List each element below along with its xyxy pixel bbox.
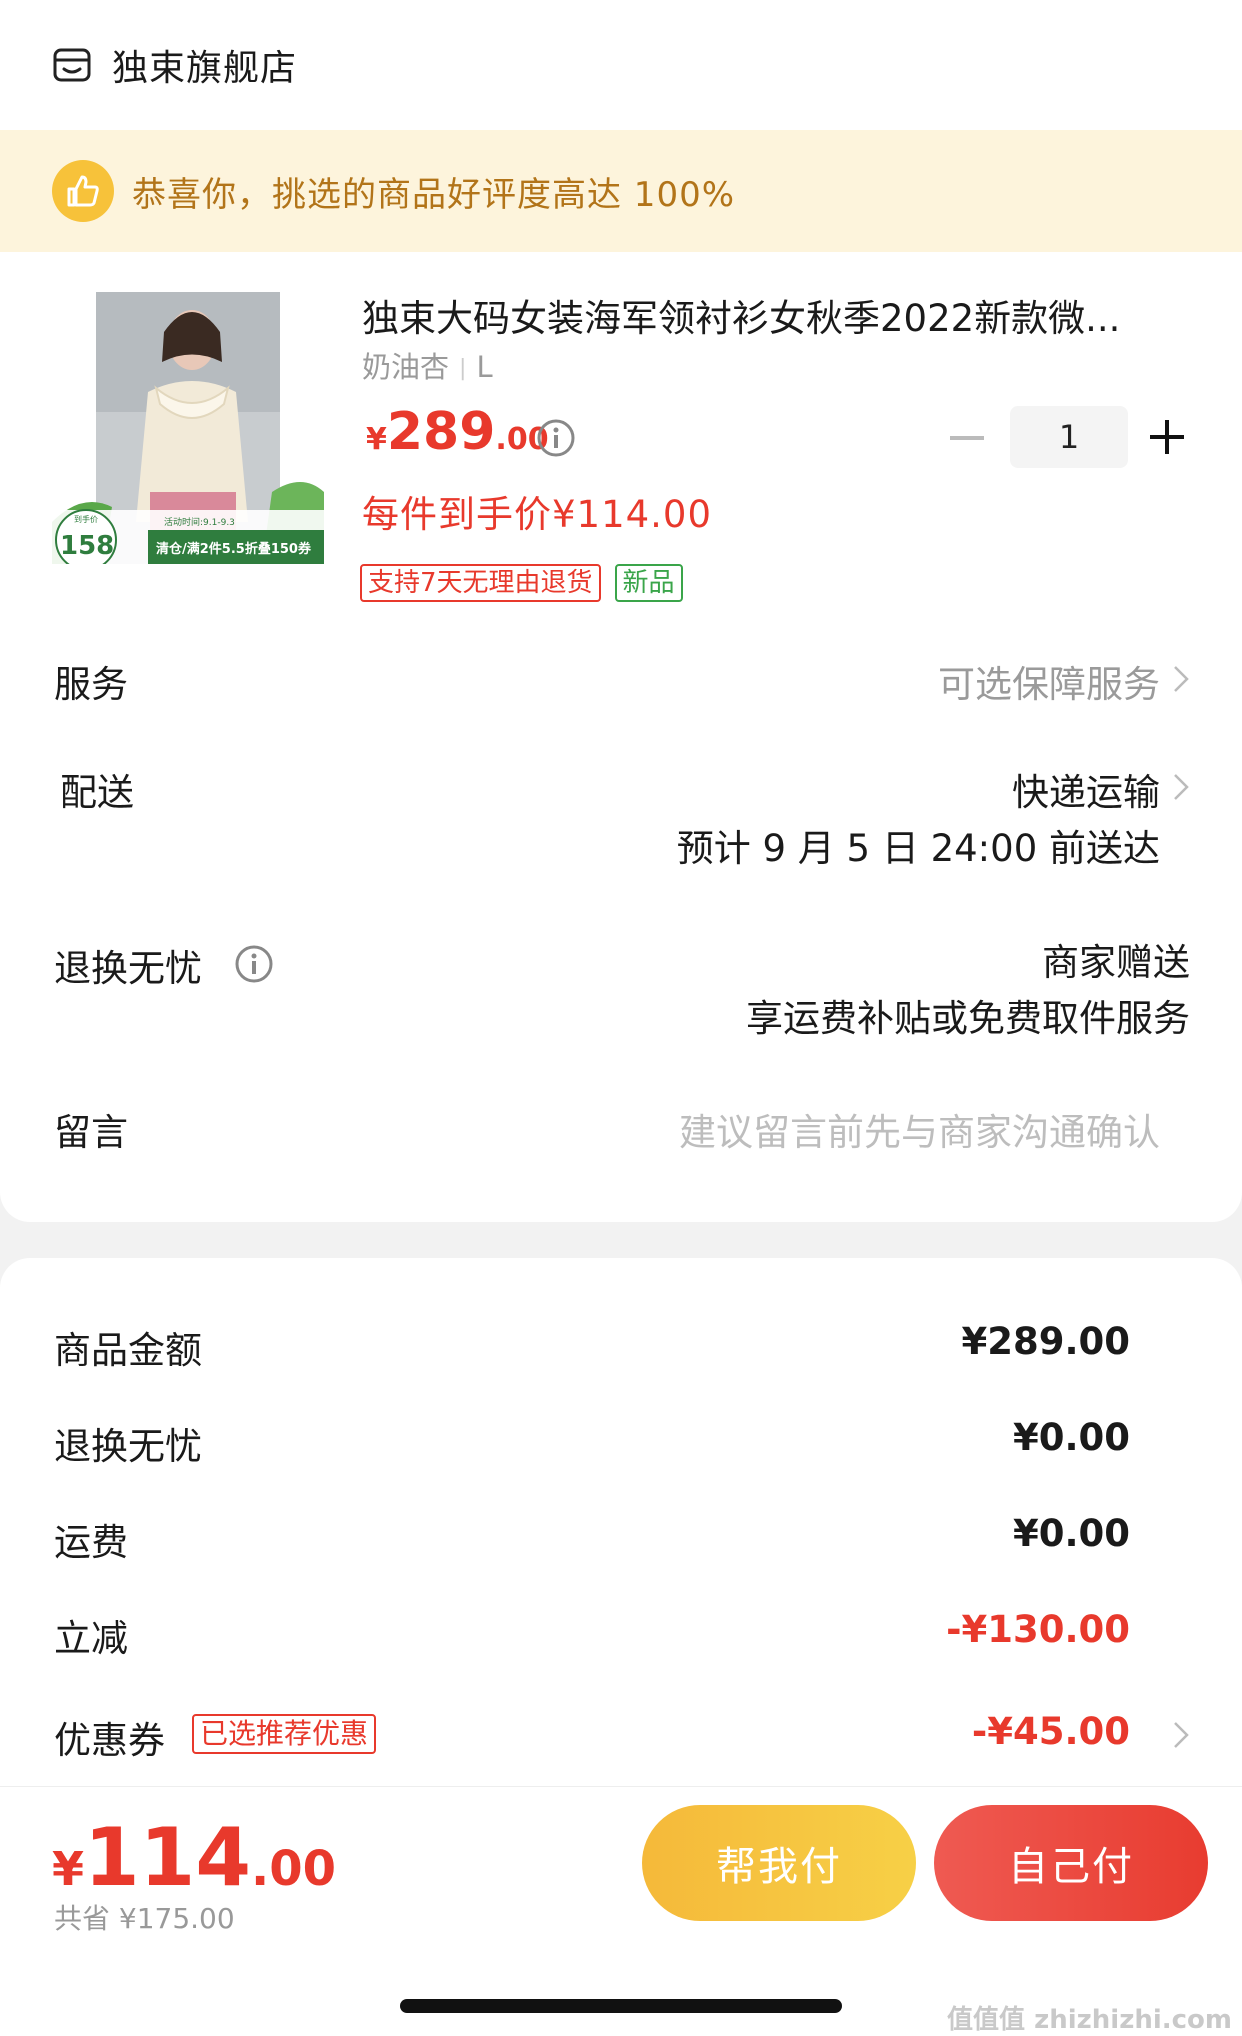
price-summary-card: 商品金额 ¥289.00 退换无忧 ¥0.00 运费 ¥0.00 立减 -¥13… (0, 1258, 1242, 1788)
promo-activity-time: 活动时间:9.1-9.3 (164, 516, 235, 528)
chevron-right-icon[interactable] (1172, 664, 1190, 694)
shipping-label: 运费 (54, 1521, 128, 1564)
discount-value: -¥130.00 (946, 1608, 1130, 1651)
product-image[interactable]: 活动时间:9.1-9.3 清仓/满2件5.5折叠150券 到手价 158 (52, 292, 324, 564)
message-input[interactable]: 建议留言前先与商家沟通确认 (679, 1102, 1160, 1156)
new-product-tag: 新品 (614, 564, 683, 602)
delivery-label: 配送 (60, 771, 134, 814)
product-spec[interactable]: 奶油杏 | L (362, 344, 493, 386)
praise-text: 恭喜你，挑选的商品好评度高达 100% (132, 174, 736, 215)
chevron-right-icon[interactable] (1172, 1720, 1190, 1750)
thumbs-up-icon (52, 160, 114, 222)
service-label: 服务 (54, 663, 128, 706)
delivery-method[interactable]: 快递运输 (1012, 762, 1160, 816)
info-icon[interactable] (234, 944, 274, 984)
order-item-card: 活动时间:9.1-9.3 清仓/满2件5.5折叠150券 到手价 158 独束大… (0, 252, 1242, 1222)
coupon-label: 优惠券 (54, 1719, 165, 1762)
praise-banner: 恭喜你，挑选的商品好评度高达 100% (0, 130, 1242, 252)
price-integer: 289 (386, 402, 496, 462)
coupon-value[interactable]: -¥45.00 (972, 1710, 1130, 1753)
info-icon[interactable] (536, 418, 576, 458)
shipping-value: ¥0.00 (1012, 1512, 1130, 1555)
spec-size: L (476, 350, 493, 384)
goods-amount-label: 商品金额 (54, 1329, 202, 1372)
total-currency: ¥ (52, 1842, 85, 1896)
product-title[interactable]: 独束大码女装海军领衬衫女秋季2022新款微... (362, 288, 1182, 342)
store-name: 独束旗舰店 (112, 48, 298, 89)
goods-amount-value: ¥289.00 (961, 1320, 1130, 1363)
discount-label: 立减 (54, 1617, 128, 1660)
chevron-right-icon[interactable] (1172, 772, 1190, 802)
final-unit-price: 每件到手价¥114.00 (362, 493, 713, 536)
delivery-eta: 预计 9 月 5 日 24:00 前送达 (676, 827, 1160, 870)
return-label: 退换无忧 (54, 947, 202, 990)
store-icon (53, 48, 91, 82)
return-value-1: 商家赠送 (1042, 941, 1190, 984)
promo-text: 清仓/满2件5.5折叠150券 (156, 541, 312, 557)
store-header[interactable]: 独束旗舰店 (0, 0, 1242, 130)
total-decimal: .00 (251, 1841, 337, 1897)
product-price: ¥ 289 .00 (366, 402, 549, 462)
return-fee-value: ¥0.00 (1012, 1416, 1130, 1459)
promo-price-label: 到手价 (74, 514, 98, 524)
return-policy-tag: 支持7天无理由退货 (360, 564, 601, 602)
message-label: 留言 (54, 1111, 128, 1154)
return-value-2: 享运费补贴或免费取件服务 (746, 997, 1190, 1040)
home-indicator[interactable] (400, 1999, 842, 2013)
service-value[interactable]: 可选保障服务 (938, 654, 1160, 708)
total-saved: 共省 ¥175.00 (54, 1902, 235, 1935)
total-integer: 114 (84, 1811, 252, 1904)
quantity-increase-button[interactable] (1150, 420, 1184, 454)
total-price: ¥ 114 .00 (52, 1811, 336, 1904)
quantity-decrease-button[interactable] (950, 436, 984, 440)
price-currency: ¥ (366, 422, 387, 457)
quantity-input[interactable]: 1 (1010, 406, 1128, 468)
return-fee-label: 退换无忧 (54, 1425, 202, 1468)
spec-color: 奶油杏 (362, 350, 450, 384)
coupon-tag: 已选推荐优惠 (192, 1714, 377, 1754)
help-pay-button[interactable]: 帮我付 (642, 1805, 916, 1921)
self-pay-button[interactable]: 自己付 (934, 1805, 1208, 1921)
promo-price: 158 (60, 531, 114, 561)
watermark: 值值值 zhizhizhi.com (947, 2005, 1232, 2035)
checkout-bar: ¥ 114 .00 共省 ¥175.00 帮我付 自己付 值值值 zhizhiz… (0, 1786, 1242, 2036)
product-tags: 支持7天无理由退货 新品 (360, 564, 683, 602)
spec-separator: | (459, 356, 467, 381)
